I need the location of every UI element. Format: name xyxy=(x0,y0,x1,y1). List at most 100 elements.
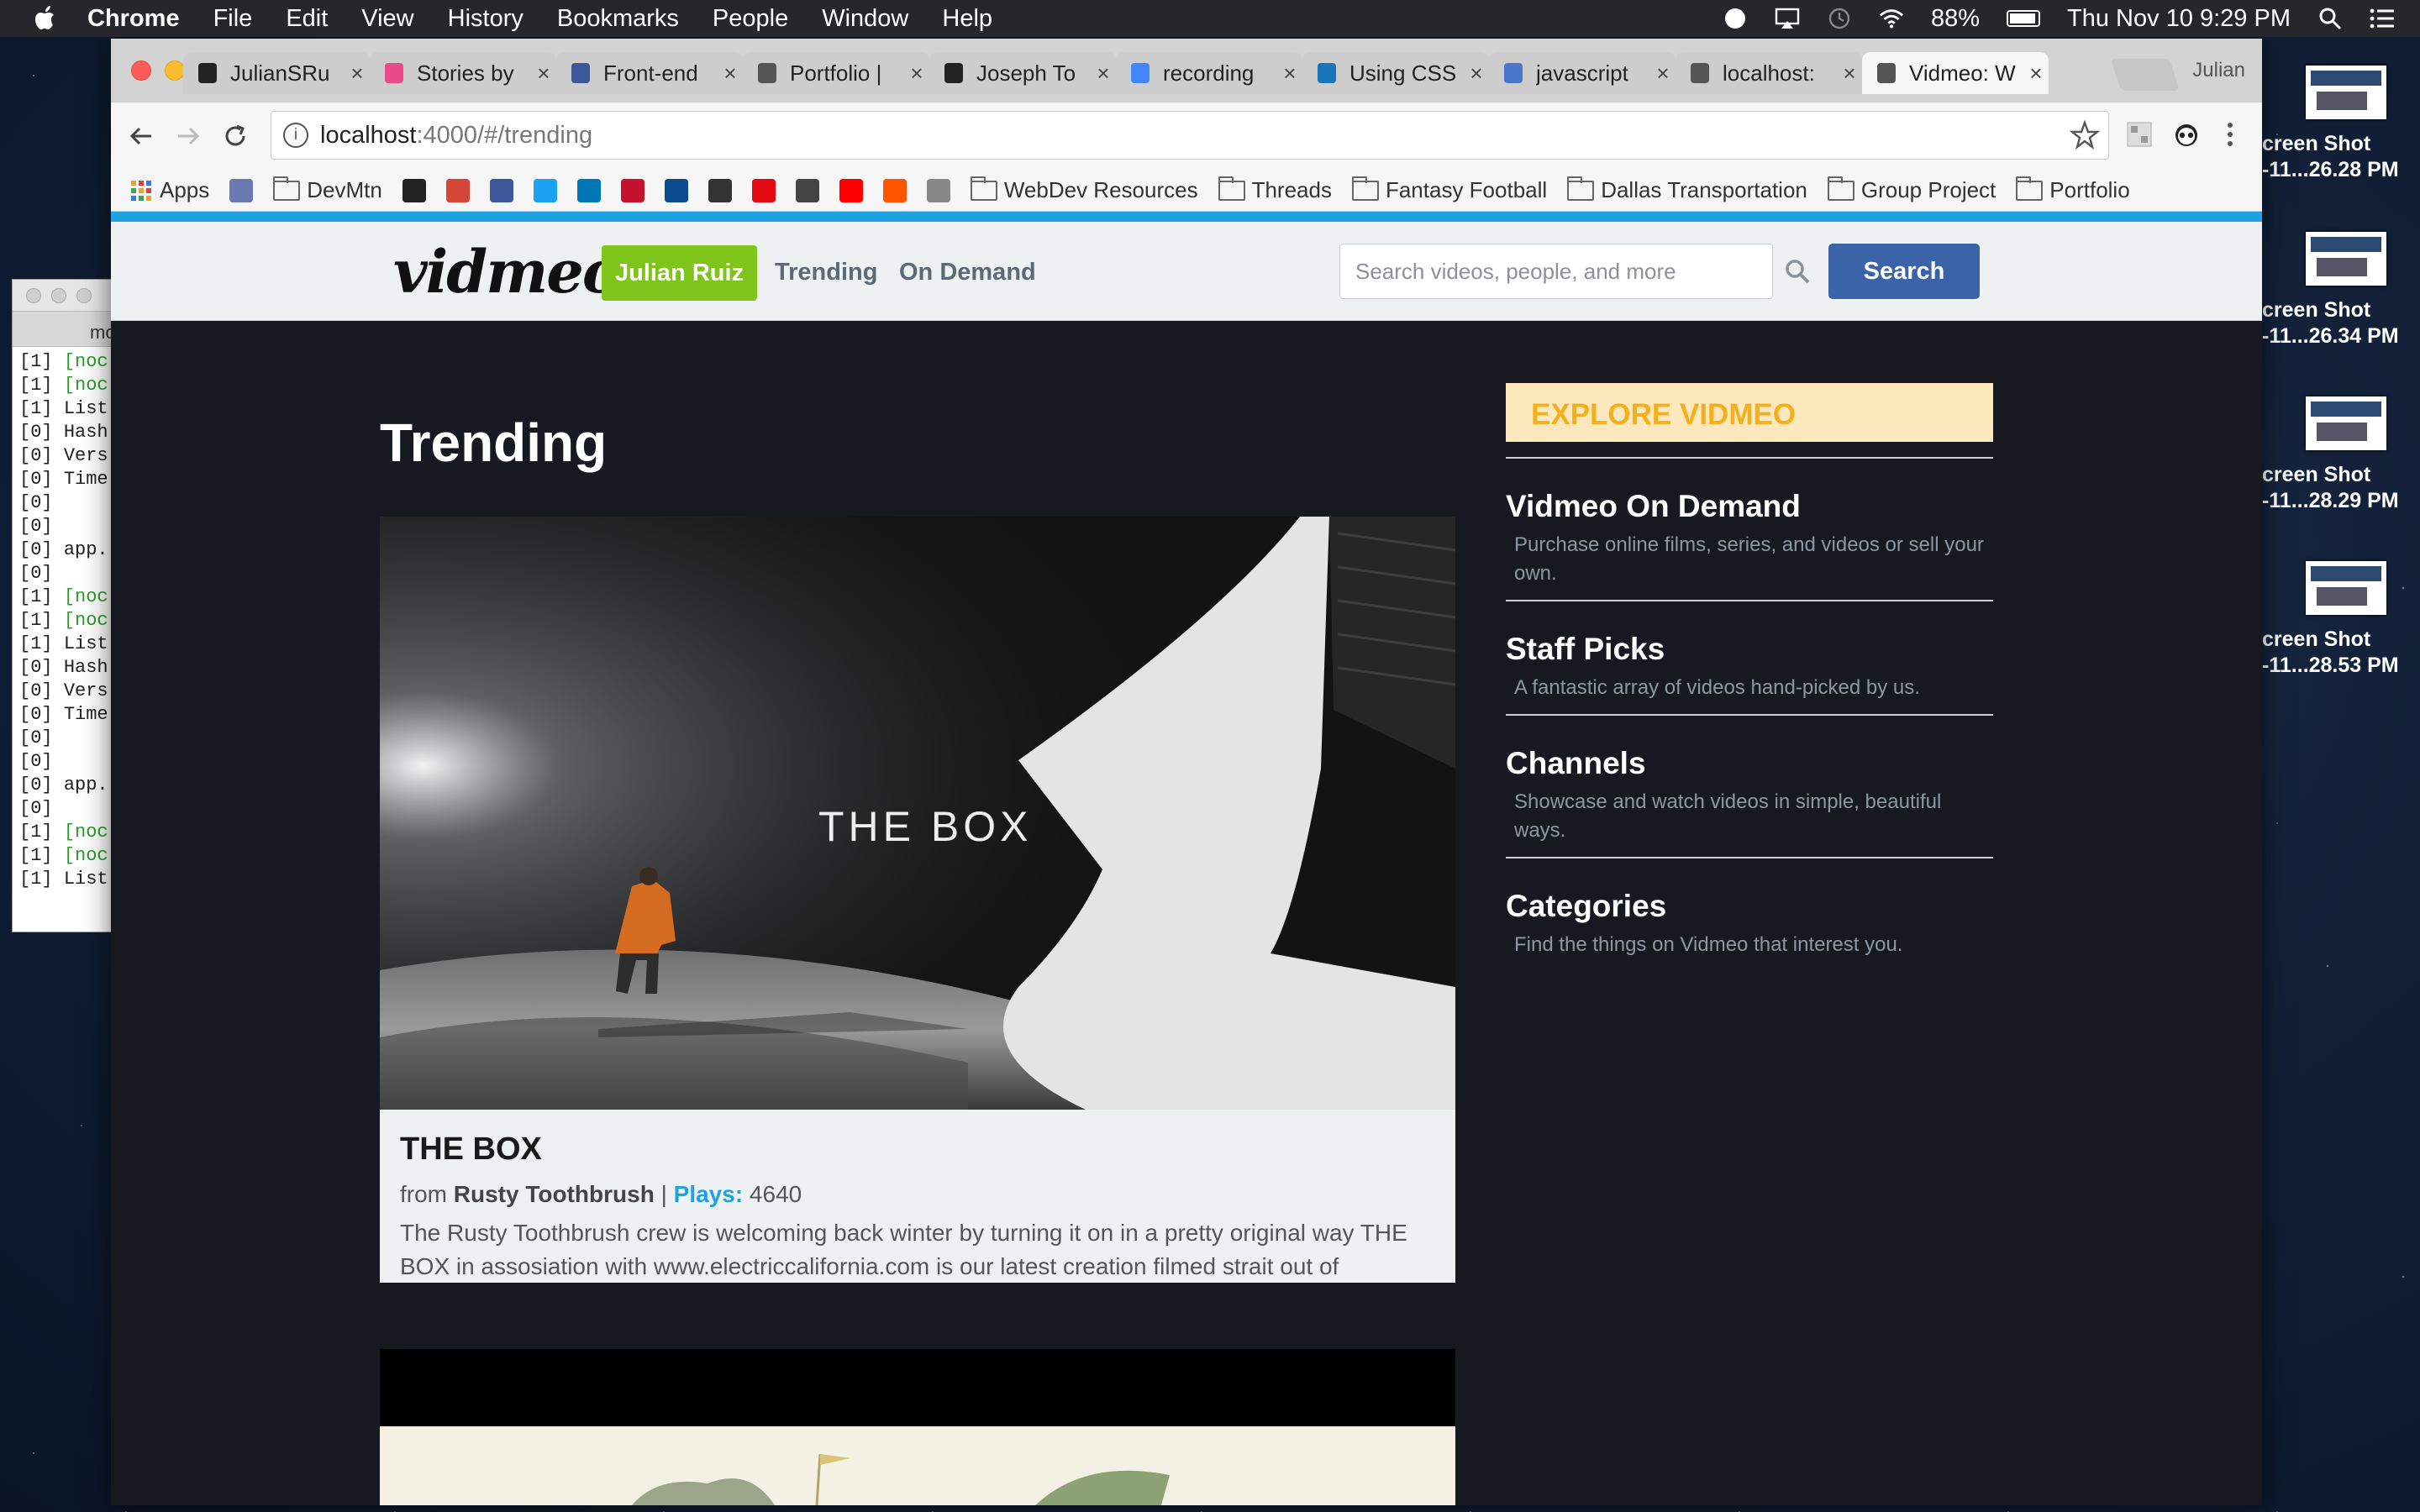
apple-icon[interactable] xyxy=(34,6,59,31)
menu-bookmarks[interactable]: Bookmarks xyxy=(557,5,679,33)
sidebar-item-on-demand[interactable]: Vidmeo On Demand Purchase online films, … xyxy=(1506,457,1993,588)
address-bar[interactable]: i localhost:4000/#/trending xyxy=(271,111,2109,160)
reload-icon[interactable] xyxy=(218,119,252,153)
sidebar-item-staff-picks[interactable]: Staff Picks A fantastic array of videos … xyxy=(1506,600,1993,702)
browser-tab[interactable]: recording × xyxy=(1116,52,1302,94)
bookmark-favicon-icon[interactable] xyxy=(882,178,907,202)
wifi-icon[interactable] xyxy=(1879,8,1904,29)
browser-tab[interactable]: javascript × xyxy=(1489,52,1676,94)
bookmark-favicon-icon[interactable] xyxy=(445,178,470,202)
bookmark-folder[interactable]: Fantasy Football xyxy=(1351,176,1547,203)
back-icon[interactable] xyxy=(124,119,158,153)
browser-tab[interactable]: JulianSRu × xyxy=(183,52,370,94)
sidebar-item-channels[interactable]: Channels Showcase and watch videos in si… xyxy=(1506,714,1993,845)
menu-edit[interactable]: Edit xyxy=(286,5,328,33)
browser-tab[interactable]: localhost: × xyxy=(1676,52,1862,94)
search-input[interactable] xyxy=(1339,244,1773,299)
close-tab-icon[interactable]: × xyxy=(718,60,743,87)
site-info-icon[interactable]: i xyxy=(283,123,308,148)
bookmark-favicon-icon[interactable] xyxy=(533,178,557,202)
user-profile-button[interactable]: Julian Ruiz xyxy=(602,245,758,301)
menu-clock[interactable]: Thu Nov 10 9:29 PM xyxy=(2067,5,2291,33)
notification-center-icon[interactable] xyxy=(2370,8,2395,29)
bookmark-favicon-icon[interactable] xyxy=(708,178,732,202)
close-tab-icon[interactable]: × xyxy=(531,60,556,87)
video-author[interactable]: Rusty Toothbrush xyxy=(454,1181,655,1207)
bookmark-favicon-icon[interactable] xyxy=(795,178,819,202)
close-tab-icon[interactable]: × xyxy=(904,60,929,87)
nav-trending[interactable]: Trending xyxy=(775,259,877,286)
dropbox-icon[interactable] xyxy=(1723,8,1748,29)
menu-people[interactable]: People xyxy=(713,5,788,33)
terminal-window[interactable]: mo [1] [noc [1] [noc [1] List [0] Hash [0] V… xyxy=(12,279,121,932)
bookmark-favicon-icon[interactable] xyxy=(620,178,644,202)
menu-file[interactable]: File xyxy=(213,5,253,33)
video-title[interactable]: THE BOX xyxy=(400,1131,1435,1168)
spotlight-search-icon[interactable] xyxy=(2317,8,2343,30)
sidebar-item-title[interactable]: Vidmeo On Demand xyxy=(1506,489,1993,524)
sidebar-item-title[interactable]: Categories xyxy=(1506,889,1993,924)
window-close-button[interactable] xyxy=(131,60,151,81)
close-tab-icon[interactable]: × xyxy=(1091,60,1116,87)
time-machine-icon[interactable] xyxy=(1827,8,1852,29)
desktop-file-icon[interactable]: creen Shot -11...28.29 PM xyxy=(2262,396,2420,514)
bookmark-favicon-icon[interactable] xyxy=(402,178,426,202)
bookmark-favicon-icon[interactable] xyxy=(751,178,776,202)
window-minimize-button[interactable] xyxy=(165,60,185,81)
bookmark-folder[interactable]: DevMtn xyxy=(273,176,382,203)
menu-view[interactable]: View xyxy=(361,5,413,33)
search-icon[interactable] xyxy=(1783,257,1812,286)
close-tab-icon[interactable]: × xyxy=(1650,60,1676,87)
bookmark-favicon-icon[interactable] xyxy=(489,178,513,202)
terminal-minimize-button[interactable] xyxy=(51,287,66,303)
video-thumbnail[interactable]: THE BOX xyxy=(380,517,1455,1110)
browser-tab[interactable]: Vidmeo: W × xyxy=(1862,52,2049,94)
close-tab-icon[interactable]: × xyxy=(345,60,370,87)
browser-tab[interactable]: Using CSS × xyxy=(1302,52,1489,94)
desktop-file-icon[interactable]: creen Shot -11...26.28 PM xyxy=(2262,66,2420,183)
bookmark-star-icon[interactable] xyxy=(2069,119,2101,157)
profile-button[interactable]: Julian xyxy=(2192,59,2245,82)
bookmark-folder[interactable]: Dallas Transportation xyxy=(1567,176,1807,203)
forward-icon[interactable] xyxy=(171,119,205,153)
bookmark-folder[interactable]: Portfolio xyxy=(2016,176,2130,203)
site-logo[interactable]: vidmeo xyxy=(393,237,622,307)
browser-tab[interactable]: Stories by × xyxy=(370,52,556,94)
terminal-close-button[interactable] xyxy=(26,287,41,303)
desktop-file-icon[interactable]: creen Shot -11...26.34 PM xyxy=(2262,232,2420,349)
menu-history[interactable]: History xyxy=(448,5,523,33)
close-tab-icon[interactable]: × xyxy=(2023,60,2049,87)
browser-tab[interactable]: Joseph To × xyxy=(929,52,1116,94)
extension-panda-icon[interactable] xyxy=(2171,119,2202,150)
nav-on-demand[interactable]: On Demand xyxy=(899,259,1036,286)
bookmark-apps[interactable]: Apps xyxy=(129,177,209,203)
terminal-zoom-button[interactable] xyxy=(76,287,92,303)
bookmark-favicon-icon[interactable] xyxy=(839,178,863,202)
search-button[interactable]: Search xyxy=(1828,244,1980,299)
close-tab-icon[interactable]: × xyxy=(1277,60,1302,87)
battery-icon[interactable] xyxy=(2007,10,2041,27)
new-tab-button[interactable] xyxy=(2110,59,2181,91)
airplay-icon[interactable] xyxy=(1775,8,1800,29)
bookmark-favicon-icon[interactable] xyxy=(664,178,688,202)
menu-window[interactable]: Window xyxy=(822,5,908,33)
bookmark-favicon-icon[interactable] xyxy=(576,178,601,202)
terminal-tab[interactable]: mo xyxy=(13,312,120,347)
video-thumbnail-2[interactable] xyxy=(380,1349,1455,1505)
sidebar-item-title[interactable]: Staff Picks xyxy=(1506,632,1993,667)
bookmark-favicon-icon[interactable] xyxy=(229,178,254,202)
sidebar-item-title[interactable]: Channels xyxy=(1506,746,1993,781)
bookmark-folder[interactable]: Group Project xyxy=(1827,176,1996,203)
close-tab-icon[interactable]: × xyxy=(1464,60,1489,87)
extension-qr-icon[interactable] xyxy=(2124,119,2154,150)
browser-tab[interactable]: Portfolio | × xyxy=(743,52,929,94)
chrome-menu-icon[interactable] xyxy=(2215,119,2245,150)
bookmark-folder[interactable]: Threads xyxy=(1218,176,1332,203)
bookmark-folder[interactable]: WebDev Resources xyxy=(970,176,1198,203)
menu-help[interactable]: Help xyxy=(942,5,992,33)
sidebar-item-categories[interactable]: Categories Find the things on Vidmeo tha… xyxy=(1506,857,1993,959)
menu-app-name[interactable]: Chrome xyxy=(87,5,180,33)
desktop-file-icon[interactable]: creen Shot -11...28.53 PM xyxy=(2262,561,2420,679)
close-tab-icon[interactable]: × xyxy=(1837,60,1862,87)
bookmark-favicon-icon[interactable] xyxy=(926,178,950,202)
